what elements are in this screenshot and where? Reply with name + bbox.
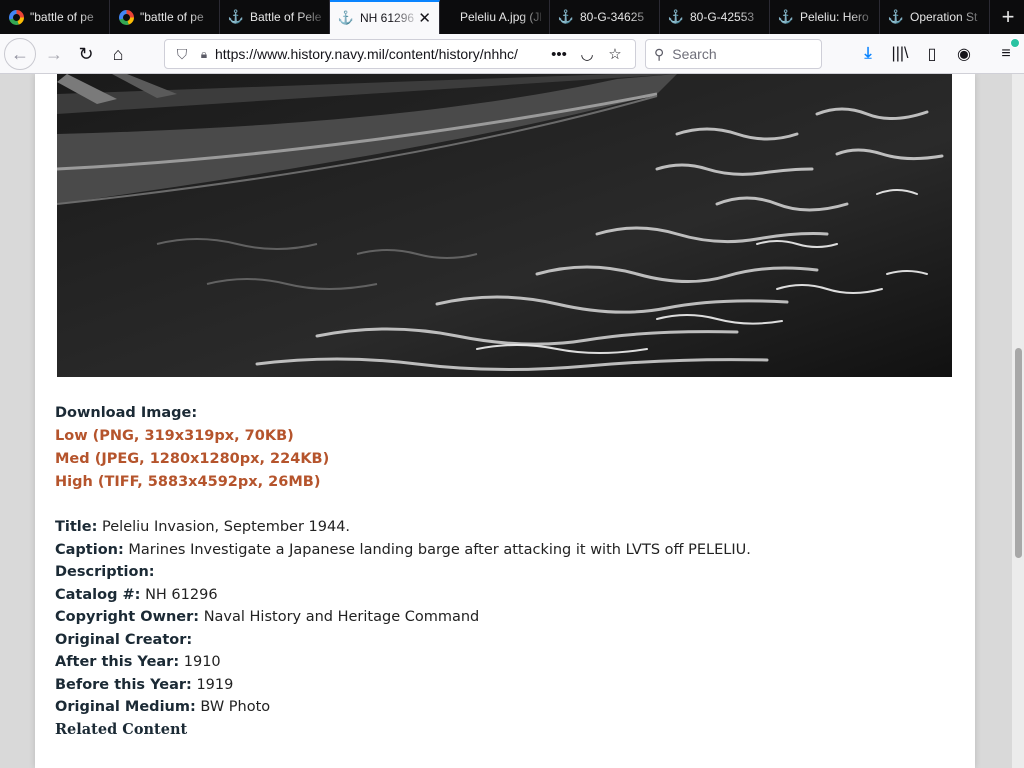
meta-key: Original Medium: <box>55 699 196 715</box>
tab-label: "battle of pe <box>140 10 211 24</box>
scrollbar-thumb[interactable] <box>1015 348 1022 558</box>
update-badge <box>1010 38 1020 48</box>
download-icon[interactable]: ⤓ <box>852 38 884 70</box>
download-high-link[interactable]: High (TIFF, 5883x4592px, 26MB) <box>55 471 935 494</box>
meta-value: BW Photo <box>200 699 271 715</box>
tab-strip: "battle of pe "battle of pe ⚓ Battle of … <box>0 0 1024 34</box>
forward-icon: → <box>45 43 63 64</box>
google-icon <box>8 9 24 25</box>
url-bar[interactable]: ⛉ 🔒︎ https://www.history.navy.mil/conten… <box>164 39 636 69</box>
tab-7[interactable]: ⚓ Peleliu: Hero <box>770 0 880 34</box>
tab-label: 80-G-42553 <box>690 10 761 24</box>
meta-key: Original Creator: <box>55 631 193 648</box>
account-icon[interactable]: ◉ <box>948 38 980 70</box>
navigation-toolbar: ← → ↻ ⌂ ⛉ 🔒︎ https://www.history.navy.mi… <box>0 34 1024 74</box>
home-icon: ⌂ <box>112 43 124 64</box>
tab-3-active[interactable]: ⚓ NH 61296 ✕ <box>330 0 440 34</box>
hamburger-menu-icon[interactable]: ≡ <box>990 38 1022 70</box>
reload-icon: ↻ <box>78 43 94 64</box>
url-text[interactable]: https://www.history.navy.mil/content/his… <box>215 46 545 62</box>
tab-label: NH 61296 <box>360 11 416 25</box>
google-icon <box>118 9 134 25</box>
back-button[interactable]: ← <box>4 38 36 70</box>
sidebar-icon[interactable]: ▯ <box>916 38 948 70</box>
tab-8[interactable]: ⚓ Operation St <box>880 0 990 34</box>
meta-key: Catalog #: <box>55 586 141 603</box>
anchor-icon: ⚓ <box>557 9 575 24</box>
meta-value: Peleliu Invasion, September 1944. <box>102 519 351 535</box>
meta-key: After this Year: <box>55 654 180 670</box>
reload-button[interactable]: ↻ <box>70 38 102 70</box>
tab-1[interactable]: "battle of pe <box>110 0 220 34</box>
download-med-link[interactable]: Med (JPEG, 1280x1280px, 224KB) <box>55 448 935 471</box>
tab-label: 80-G-34625 <box>580 10 651 24</box>
download-heading: Download Image: <box>55 405 198 421</box>
close-tab-icon[interactable]: ✕ <box>418 9 431 27</box>
lock-icon[interactable]: 🔒︎ <box>193 47 215 62</box>
search-box[interactable]: ⚲ Search <box>645 39 822 69</box>
page-actions-icon[interactable]: ••• <box>545 46 573 63</box>
anchor-icon: ⚓ <box>337 10 355 25</box>
meta-value: NH 61296 <box>145 586 218 603</box>
meta-value: 1910 <box>183 654 221 670</box>
meta-after-year: After this Year: 1910 <box>55 651 935 674</box>
download-low-link[interactable]: Low (PNG, 319x319px, 70KB) <box>55 425 935 448</box>
library-icon[interactable]: |||\ <box>884 38 916 70</box>
meta-key: Description: <box>55 564 155 580</box>
photo-image <box>57 74 952 377</box>
meta-catalog: Catalog #: NH 61296 <box>55 584 935 607</box>
search-icon: ⚲ <box>654 45 665 62</box>
meta-creator: Original Creator: <box>55 629 935 652</box>
meta-key: Title: <box>55 519 98 535</box>
meta-copyright: Copyright Owner: Naval History and Herit… <box>55 606 935 629</box>
content-panel: Download Image: Low (PNG, 319x319px, 70K… <box>35 74 975 768</box>
pocket-icon[interactable]: ◡ <box>573 45 601 63</box>
tab-0[interactable]: "battle of pe <box>0 0 110 34</box>
new-tab-button[interactable]: + <box>992 0 1024 34</box>
related-content-heading: Related Content <box>55 720 188 738</box>
meta-description: Description: <box>55 561 935 584</box>
tab-label: Peleliu: Hero <box>800 10 871 24</box>
meta-value: Naval History and Heritage Command <box>203 609 480 625</box>
anchor-icon: ⚓ <box>777 9 795 24</box>
meta-value: Marines Investigate a Japanese landing b… <box>128 541 751 558</box>
meta-key: Copyright Owner: <box>55 609 200 625</box>
tab-label: Peleliu A.jpg (JPE <box>448 10 541 24</box>
meta-key: Before this Year: <box>55 676 192 693</box>
tab-5[interactable]: ⚓ 80-G-34625 <box>550 0 660 34</box>
tab-2[interactable]: ⚓ Battle of Pele <box>220 0 330 34</box>
shield-icon[interactable]: ⛉ <box>171 46 193 63</box>
image-details: Download Image: Low (PNG, 319x319px, 70K… <box>55 402 935 741</box>
home-button[interactable]: ⌂ <box>102 38 134 70</box>
page-viewport: Download Image: Low (PNG, 319x319px, 70K… <box>0 74 1024 768</box>
forward-button[interactable]: → <box>38 38 70 70</box>
back-icon: ← <box>11 43 29 64</box>
tab-label: Operation St <box>910 10 981 24</box>
meta-value: 1919 <box>196 676 234 693</box>
anchor-icon: ⚓ <box>227 9 245 24</box>
metadata-list: Title: Peleliu Invasion, September 1944.… <box>55 516 935 719</box>
search-placeholder: Search <box>672 46 717 62</box>
meta-key: Caption: <box>55 541 124 558</box>
tab-6[interactable]: ⚓ 80-G-42553 <box>660 0 770 34</box>
meta-title: Title: Peleliu Invasion, September 1944. <box>55 516 935 539</box>
meta-medium: Original Medium: BW Photo <box>55 696 935 719</box>
anchor-icon: ⚓ <box>887 9 905 24</box>
meta-caption: Caption: Marines Investigate a Japanese … <box>55 539 935 562</box>
tab-label: "battle of pe <box>30 10 101 24</box>
tab-4[interactable]: Peleliu A.jpg (JPE <box>440 0 550 34</box>
anchor-icon: ⚓ <box>667 9 685 24</box>
page-scrollbar[interactable] <box>1012 74 1024 768</box>
bookmark-star-icon[interactable]: ☆ <box>601 45 629 63</box>
tab-label: Battle of Pele <box>250 10 321 24</box>
meta-before-year: Before this Year: 1919 <box>55 674 935 697</box>
